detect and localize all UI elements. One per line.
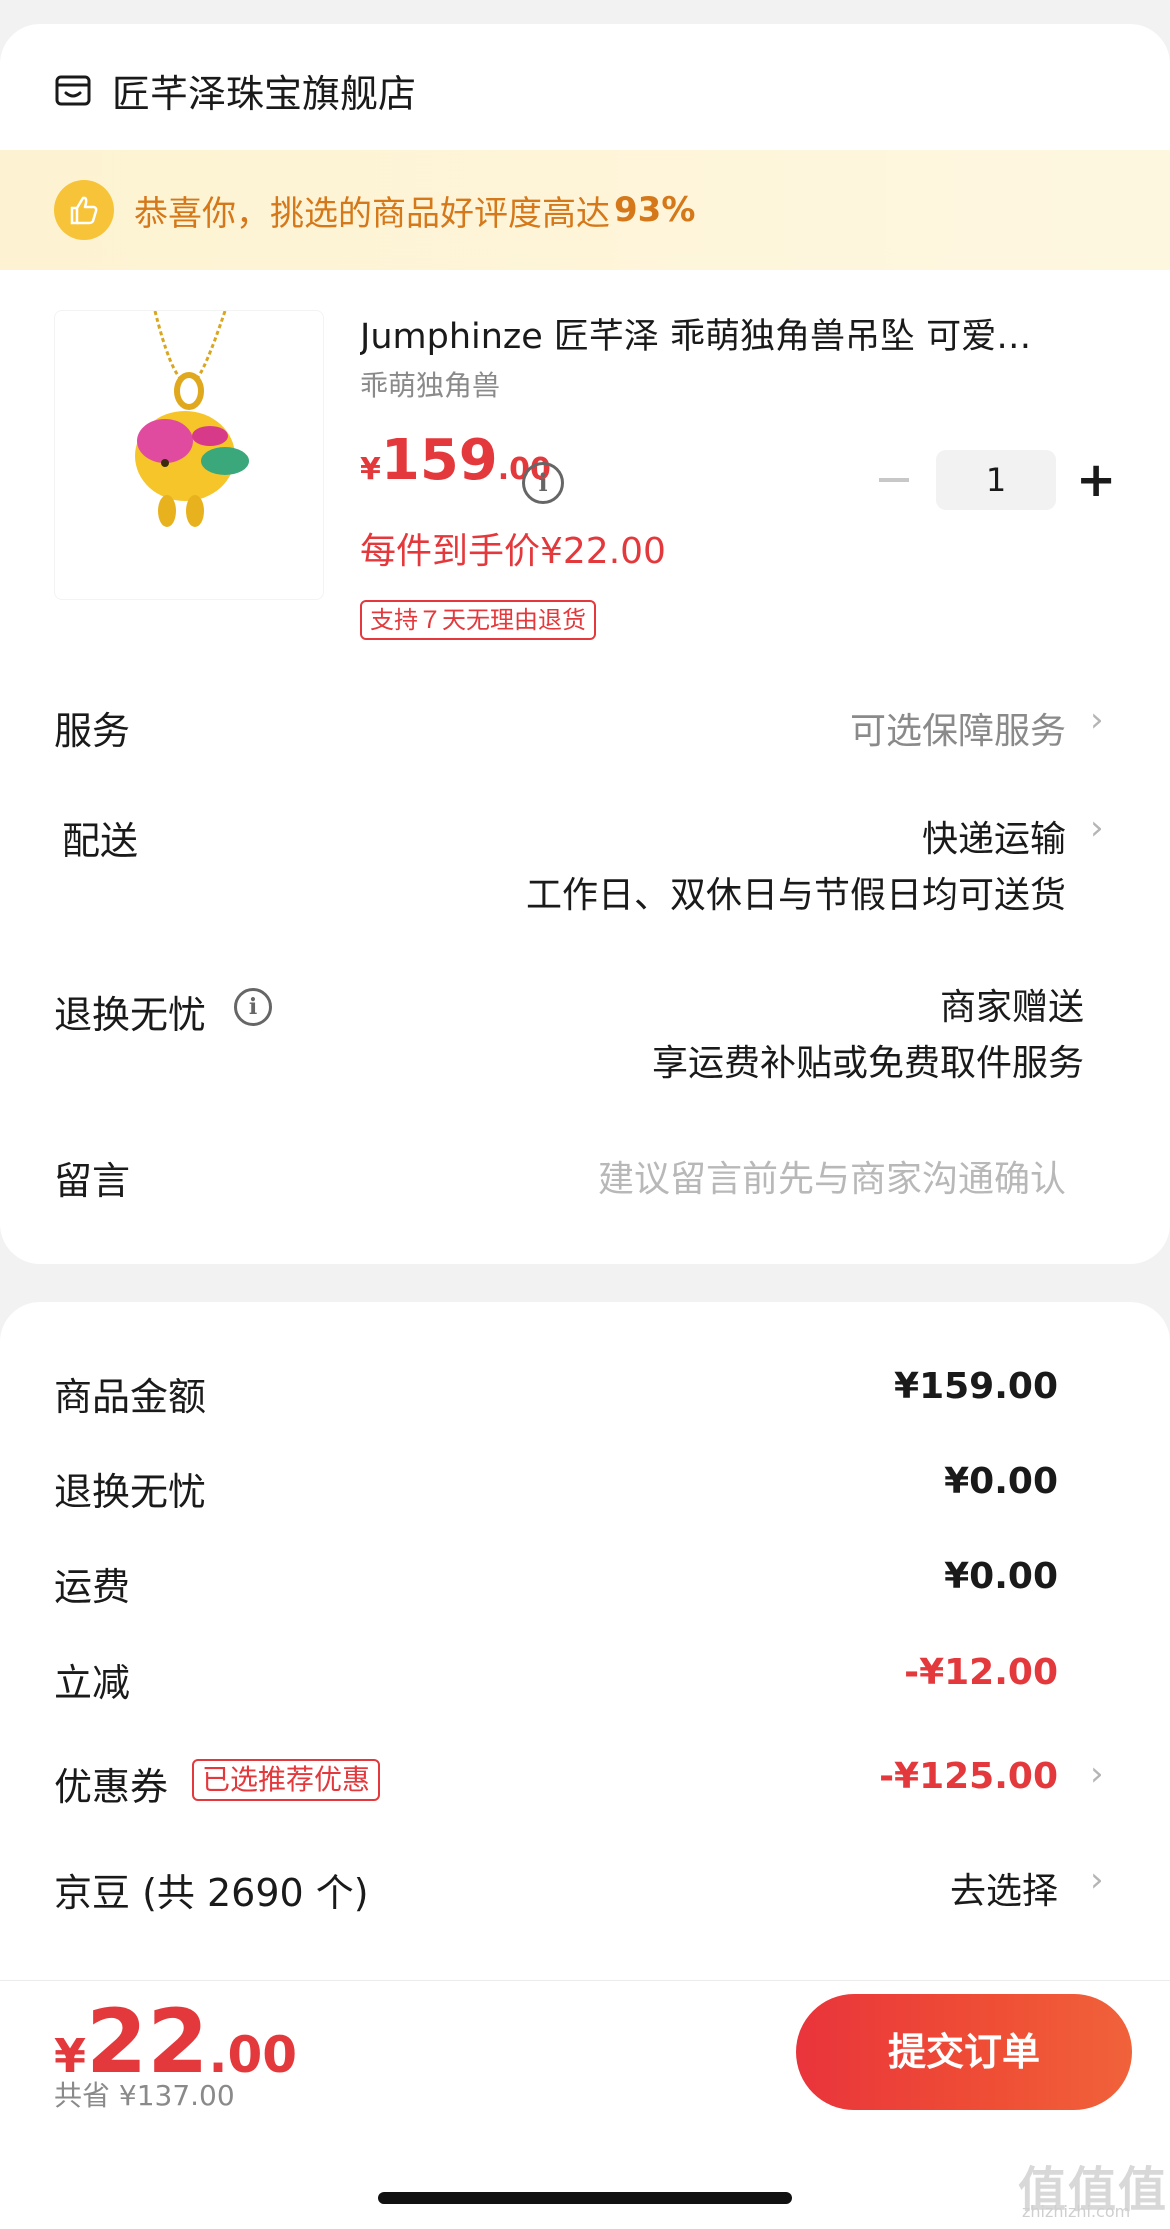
- rating-text: 恭喜你，挑选的商品好评度高达: [134, 193, 610, 234]
- submit-order-button[interactable]: 提交订单: [796, 1994, 1132, 2110]
- price-integer: 159: [380, 428, 498, 493]
- jd-beans-label: 京豆 (共 2690 个): [54, 1871, 369, 1915]
- coupon-selected-tag: 已选推荐优惠: [192, 1759, 381, 1801]
- delivery-note: 工作日、双休日与节假日均可送货: [525, 875, 1066, 916]
- jd-beans-value[interactable]: 去选择: [950, 1862, 1058, 1914]
- worry-free-note: 享运费补贴或免费取件服务: [651, 1043, 1084, 1084]
- delivery-label: 配送: [62, 819, 139, 863]
- instant-discount-label: 立减: [54, 1661, 131, 1705]
- thumbs-up-icon: [54, 180, 114, 240]
- worry-free-value: 商家赠送: [939, 987, 1084, 1028]
- worry-free-fee-label: 退换无忧: [54, 1470, 207, 1514]
- chevron-right-icon: ›: [1090, 1754, 1104, 1794]
- product-image[interactable]: [54, 310, 324, 600]
- goods-amount-value: ¥159.00: [894, 1366, 1058, 1407]
- price-symbol: ¥: [360, 452, 381, 487]
- worry-free-fee-value: ¥0.00: [944, 1461, 1058, 1502]
- shop-name: 匠芊泽珠宝旗舰店: [112, 71, 417, 116]
- quantity-input[interactable]: 1: [936, 450, 1056, 510]
- coupon-label: 优惠券: [54, 1765, 169, 1809]
- watermark-url: zhizhizhi.com: [1022, 2202, 1131, 2221]
- service-label: 服务: [54, 709, 131, 753]
- coupon-value[interactable]: -¥125.00: [879, 1756, 1058, 1797]
- quantity-decrease-button[interactable]: [876, 452, 912, 508]
- product-spec[interactable]: 乖萌独角兽: [360, 364, 500, 404]
- service-value[interactable]: 可选保障服务: [850, 702, 1066, 754]
- shipping-value: ¥0.00: [944, 1556, 1058, 1597]
- product-title[interactable]: Jumphinze 匠芊泽 乖萌独角兽吊坠 可爱…: [360, 308, 1120, 359]
- net-price: 每件到手价¥22.00: [360, 531, 666, 572]
- quantity-increase-button[interactable]: +: [1076, 452, 1116, 508]
- goods-amount-label: 商品金额: [54, 1375, 207, 1419]
- rating-banner: 恭喜你，挑选的商品好评度高达 93%: [0, 150, 1170, 270]
- chevron-right-icon: ›: [1090, 700, 1104, 740]
- rating-percent: 93%: [614, 190, 696, 230]
- return-policy-tag: 支持７天无理由退货: [360, 600, 596, 640]
- instant-discount-value: -¥12.00: [904, 1652, 1058, 1693]
- chevron-right-icon: ›: [1090, 1860, 1104, 1900]
- store-icon: [55, 75, 91, 106]
- message-input[interactable]: 建议留言前先与商家沟通确认: [598, 1150, 1066, 1202]
- chevron-right-icon: ›: [1090, 808, 1104, 848]
- worry-free-label: 退换无忧: [54, 993, 207, 1037]
- shipping-label: 运费: [54, 1565, 131, 1609]
- info-icon[interactable]: i: [234, 988, 272, 1026]
- total-saved: 共省 ¥137.00: [54, 2079, 235, 2112]
- home-indicator[interactable]: [378, 2192, 792, 2204]
- shop-header[interactable]: 匠芊泽珠宝旗舰店: [54, 60, 416, 120]
- delivery-value[interactable]: 快递运输: [922, 810, 1066, 862]
- message-label: 留言: [54, 1159, 131, 1203]
- price-info-icon[interactable]: i: [522, 462, 564, 504]
